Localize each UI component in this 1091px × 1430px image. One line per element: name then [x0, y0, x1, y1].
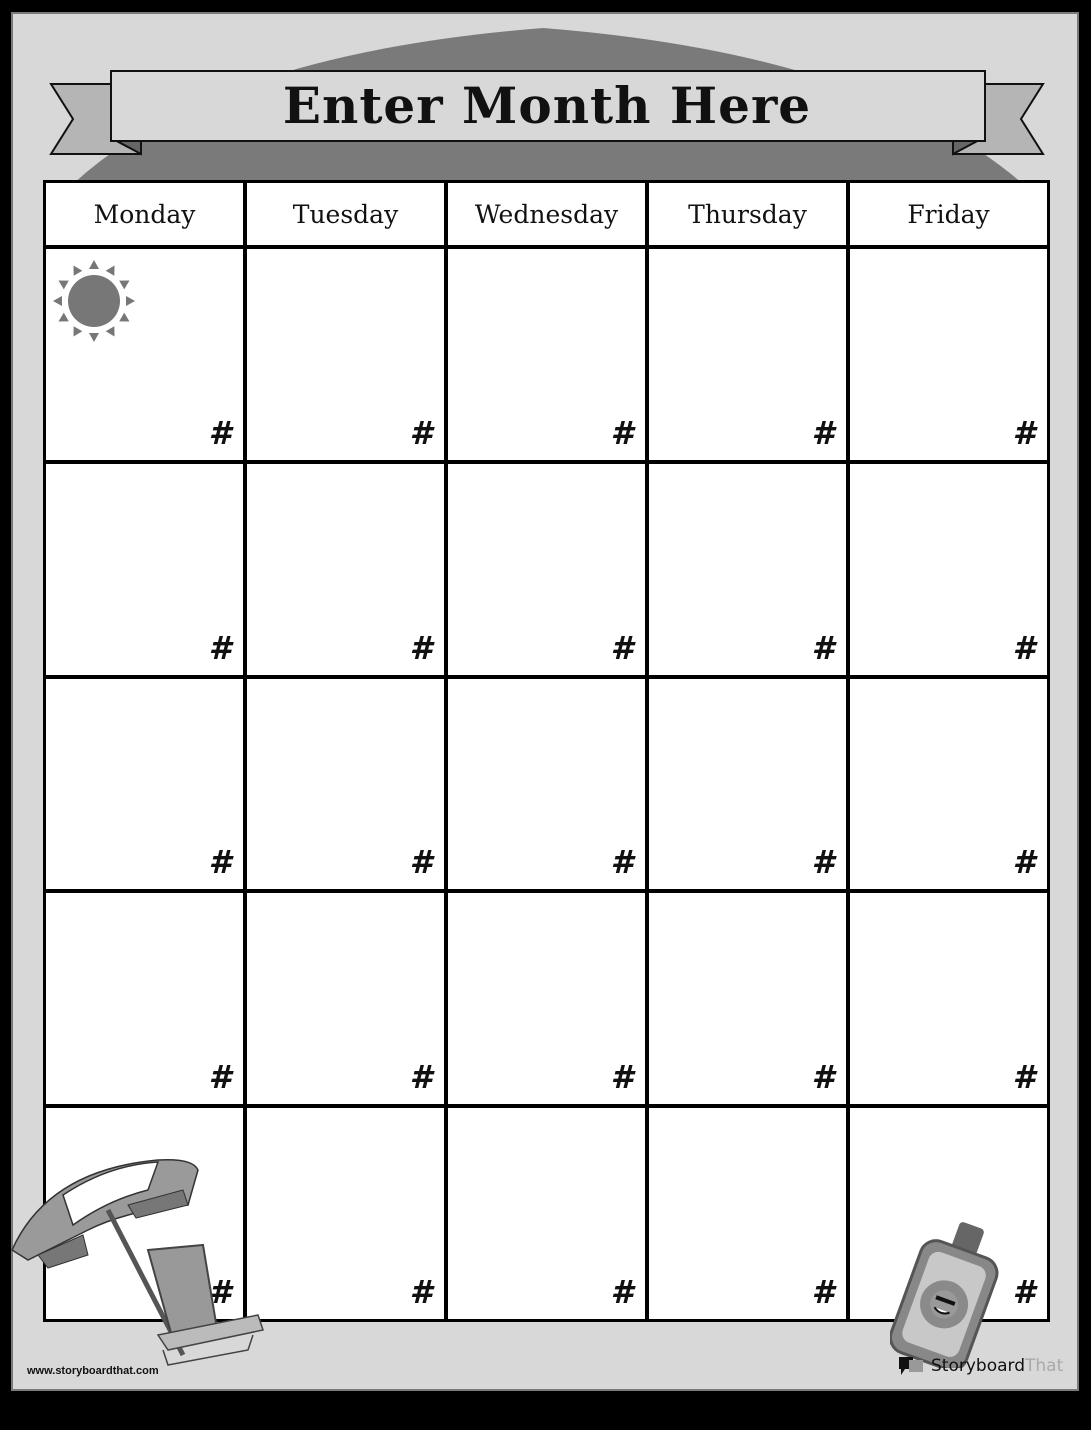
- day-header-monday: Monday: [46, 183, 243, 245]
- day-number[interactable]: #: [1013, 414, 1035, 452]
- brand-name-part1: Storyboard: [931, 1356, 1025, 1376]
- day-cell[interactable]: #: [46, 249, 243, 460]
- day-number[interactable]: #: [1013, 629, 1035, 667]
- brand-name-part2: That: [1025, 1356, 1064, 1376]
- day-cell[interactable]: #: [649, 893, 846, 1105]
- day-cell[interactable]: #: [448, 1108, 645, 1319]
- day-header-friday: Friday: [850, 183, 1047, 245]
- sun-icon: [53, 260, 135, 342]
- day-header-thursday: Thursday: [649, 183, 846, 245]
- storyboardthat-logo: Storyboard That: [897, 1355, 1063, 1377]
- day-cell[interactable]: #: [850, 893, 1047, 1105]
- day-number[interactable]: #: [812, 414, 834, 452]
- month-title[interactable]: Enter Month Here: [110, 70, 984, 140]
- day-number[interactable]: #: [209, 414, 231, 452]
- beach-umbrella-icon: [11, 1158, 264, 1366]
- day-cell[interactable]: #: [247, 1108, 444, 1319]
- day-number[interactable]: #: [209, 843, 231, 881]
- day-cell[interactable]: #: [247, 463, 444, 675]
- day-cell[interactable]: #: [649, 1108, 846, 1319]
- day-cell[interactable]: #: [448, 678, 645, 890]
- day-cell[interactable]: #: [46, 463, 243, 675]
- day-cell[interactable]: #: [850, 249, 1047, 460]
- day-number[interactable]: #: [410, 1273, 432, 1311]
- day-number[interactable]: #: [611, 414, 633, 452]
- day-number[interactable]: #: [812, 843, 834, 881]
- day-header-wednesday: Wednesday: [448, 183, 645, 245]
- day-cell[interactable]: #: [448, 249, 645, 460]
- day-number[interactable]: #: [812, 1058, 834, 1096]
- day-number[interactable]: #: [209, 1058, 231, 1096]
- day-cell[interactable]: #: [247, 249, 444, 460]
- storyboardthat-logo-icon: [899, 1357, 923, 1375]
- day-number[interactable]: #: [611, 629, 633, 667]
- sunscreen-bottle-icon: [890, 1222, 999, 1368]
- day-cell[interactable]: #: [46, 678, 243, 890]
- day-number[interactable]: #: [812, 629, 834, 667]
- day-cell[interactable]: #: [247, 678, 444, 890]
- day-number[interactable]: #: [410, 843, 432, 881]
- day-number[interactable]: #: [209, 629, 231, 667]
- day-number[interactable]: #: [611, 843, 633, 881]
- day-cell[interactable]: #: [448, 893, 645, 1105]
- day-cell[interactable]: #: [46, 893, 243, 1105]
- day-number[interactable]: #: [410, 1058, 432, 1096]
- website-url: www.storyboardthat.com: [27, 1365, 159, 1377]
- day-cell[interactable]: #: [649, 249, 846, 460]
- day-cell[interactable]: #: [850, 678, 1047, 890]
- day-number[interactable]: #: [1013, 1058, 1035, 1096]
- day-number[interactable]: #: [1013, 843, 1035, 881]
- day-cell[interactable]: #: [247, 893, 444, 1105]
- day-number[interactable]: #: [611, 1058, 633, 1096]
- day-cell[interactable]: #: [850, 463, 1047, 675]
- day-number[interactable]: #: [812, 1273, 834, 1311]
- day-number[interactable]: #: [611, 1273, 633, 1311]
- day-number[interactable]: #: [1013, 1273, 1035, 1311]
- day-number[interactable]: #: [410, 629, 432, 667]
- day-cell[interactable]: #: [649, 463, 846, 675]
- day-number[interactable]: #: [410, 414, 432, 452]
- day-cell[interactable]: #: [448, 463, 645, 675]
- day-header-tuesday: Tuesday: [247, 183, 444, 245]
- day-cell[interactable]: #: [649, 678, 846, 890]
